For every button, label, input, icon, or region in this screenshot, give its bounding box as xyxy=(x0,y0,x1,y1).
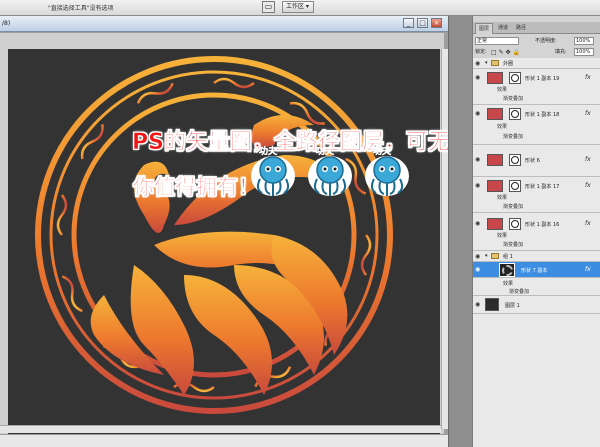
vector-mask-thumbnail xyxy=(509,154,521,166)
layer-name: 形状 6 xyxy=(525,158,540,164)
mascot-sticker: 功夫 xyxy=(245,146,301,202)
layer-row[interactable]: ◉ 形状 1 副本 17 fx 效果 渐变叠加 xyxy=(473,177,600,213)
fx-icon[interactable]: fx xyxy=(585,182,591,189)
layer-group-1[interactable]: ◉ ▾ 组 1 xyxy=(473,251,600,262)
artboard[interactable] xyxy=(8,49,440,437)
collapsed-panel-strip[interactable] xyxy=(448,16,472,447)
panel-tabs: 图层 通道 路径 xyxy=(473,22,600,34)
overlay-caption-line2: 你值得拥有！ xyxy=(133,175,260,200)
lock-label: 锁定: xyxy=(475,49,487,55)
mascot-label: 功夫 xyxy=(373,147,392,157)
layer-list: ◉ ▾ 外圈 ◉ 形状 1 副本 19 fx 效果 渐变叠加 ◉ 形状 1 副本… xyxy=(473,58,600,447)
chevron-down-icon[interactable]: ▾ xyxy=(485,60,488,66)
lock-row: 锁定: □ ✎ ✥ 🔒 填充: 100% xyxy=(473,47,600,58)
vector-mask-thumbnail xyxy=(509,72,521,84)
effects-label: 效果 xyxy=(503,281,514,287)
maximize-button[interactable]: □ xyxy=(417,18,428,28)
document-titlebar: /8) _ □ × xyxy=(0,16,448,32)
folder-icon xyxy=(491,60,499,66)
layer-name: 形状 7 副本 xyxy=(521,268,548,274)
layer-name: 组 1 xyxy=(503,254,513,260)
blend-mode-select[interactable]: 正常 xyxy=(475,37,519,45)
layers-panel: 图层 通道 路径 正常 不透明度: 100% 锁定: □ ✎ ✥ 🔒 填充: 1… xyxy=(472,16,600,447)
layer-row-selected[interactable]: ◉ 形状 7 副本 fx xyxy=(473,262,600,278)
fx-icon[interactable]: fx xyxy=(585,220,591,227)
fill-label: 填充: xyxy=(555,49,567,55)
phoenix-emblem-artwork xyxy=(35,56,393,414)
eye-icon[interactable]: ◉ xyxy=(475,254,481,260)
layer-name: 形状 1 副本 18 xyxy=(525,112,560,118)
close-button[interactable]: × xyxy=(431,18,442,28)
document-window: /8) _ □ × PS的矢量图，全路径图层，可无限拉伸 你值得拥有！ 功夫 功… xyxy=(0,16,516,447)
layer-row[interactable]: ◉ 形状 1 副本 16 fx 效果 渐变叠加 xyxy=(473,213,600,251)
screen-mode-icon[interactable]: ▭ xyxy=(262,1,275,13)
eye-icon[interactable]: ◉ xyxy=(475,302,481,308)
gradient-overlay-label: 渐变叠加 xyxy=(503,134,524,140)
vector-mask-thumbnail xyxy=(509,218,521,230)
layer-effects-row: 效果 渐变叠加 xyxy=(473,278,600,296)
vertical-scrollbar[interactable] xyxy=(441,49,448,429)
layer-thumbnail xyxy=(487,108,503,120)
fx-icon[interactable]: fx xyxy=(585,156,591,163)
mascot-label: 功夫 xyxy=(259,147,278,157)
layer-group-outer[interactable]: ◉ ▾ 外圈 xyxy=(473,58,600,69)
opacity-input[interactable]: 100% xyxy=(574,37,594,45)
layer-name: 形状 1 副本 17 xyxy=(525,184,560,190)
effects-label: 效果 xyxy=(497,87,508,93)
layer-row[interactable]: ◉ 形状 1 副本 19 fx 效果 渐变叠加 xyxy=(473,69,600,105)
eye-icon[interactable]: ◉ xyxy=(475,221,481,227)
chevron-down-icon[interactable]: ▾ xyxy=(485,253,488,259)
opacity-label: 不透明度: xyxy=(535,38,557,44)
mascot-label: 功夫 xyxy=(316,147,335,157)
vector-mask-thumbnail xyxy=(509,180,521,192)
tab-layers[interactable]: 图层 xyxy=(475,23,494,34)
fx-icon[interactable]: fx xyxy=(585,266,591,273)
eye-icon[interactable]: ◉ xyxy=(475,183,481,189)
tab-paths[interactable]: 路径 xyxy=(513,23,529,34)
layer-thumbnail xyxy=(499,263,515,277)
options-bar: "直接选择工具"没有选项 ▭ 工作区 ▾ xyxy=(0,0,600,16)
tab-channels[interactable]: 通道 xyxy=(495,23,511,34)
layer-thumbnail xyxy=(487,180,503,192)
layer-name: 形状 1 副本 19 xyxy=(525,76,560,82)
effects-label: 效果 xyxy=(497,124,508,130)
eye-icon[interactable]: ◉ xyxy=(475,61,481,67)
layer-thumbnail xyxy=(487,72,503,84)
eye-icon[interactable]: ◉ xyxy=(475,157,481,163)
layer-thumbnail xyxy=(485,298,499,311)
fill-input[interactable]: 100% xyxy=(574,48,594,56)
eye-icon[interactable]: ◉ xyxy=(475,75,481,81)
mascot-sticker: 功夫 xyxy=(302,146,358,202)
mascot-sticker: 功夫 xyxy=(359,146,415,202)
effects-label: 效果 xyxy=(497,195,508,201)
layer-name: 形状 1 副本 16 xyxy=(525,222,560,228)
gradient-overlay-label: 渐变叠加 xyxy=(503,242,524,248)
layer-name: 图层 1 xyxy=(505,303,520,309)
status-bar xyxy=(0,434,448,447)
fx-icon[interactable]: fx xyxy=(585,110,591,117)
vector-mask-thumbnail xyxy=(509,108,521,120)
layer-thumbnail xyxy=(487,218,503,230)
layer-row[interactable]: ◉ 形状 6 fx xyxy=(473,145,600,177)
gradient-overlay-label: 渐变叠加 xyxy=(503,96,524,102)
document-title: /8) xyxy=(2,20,11,27)
gradient-overlay-label: 渐变叠加 xyxy=(509,289,530,295)
minimize-button[interactable]: _ xyxy=(403,18,414,28)
eye-icon[interactable]: ◉ xyxy=(475,267,481,273)
layer-name: 外圈 xyxy=(503,61,514,67)
layer-thumbnail xyxy=(487,154,503,166)
workspace-button[interactable]: 工作区 ▾ xyxy=(282,1,314,13)
lock-icons[interactable]: □ ✎ ✥ 🔒 xyxy=(491,47,520,58)
gradient-overlay-label: 渐变叠加 xyxy=(503,204,524,210)
folder-icon xyxy=(491,253,499,259)
canvas-frame xyxy=(0,33,444,438)
fx-icon[interactable]: fx xyxy=(585,74,591,81)
effects-label: 效果 xyxy=(497,233,508,239)
layer-row[interactable]: ◉ 图层 1 xyxy=(473,296,600,314)
blend-row: 正常 不透明度: 100% xyxy=(473,36,600,47)
eye-icon[interactable]: ◉ xyxy=(475,111,481,117)
layer-row[interactable]: ◉ 形状 1 副本 18 fx 效果 渐变叠加 xyxy=(473,105,600,145)
horizontal-scrollbar[interactable] xyxy=(0,425,441,433)
options-message: "直接选择工具"没有选项 xyxy=(48,5,114,12)
